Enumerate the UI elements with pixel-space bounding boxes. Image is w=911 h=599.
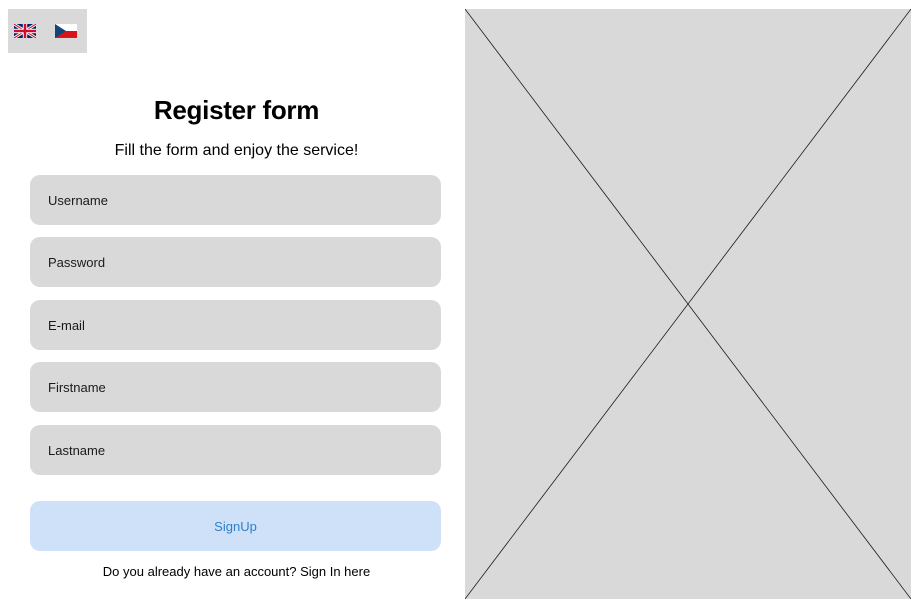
password-field[interactable] bbox=[30, 237, 441, 287]
username-field[interactable] bbox=[30, 175, 441, 225]
uk-flag-icon[interactable] bbox=[14, 24, 36, 38]
email-input[interactable] bbox=[48, 300, 441, 350]
language-switcher bbox=[8, 9, 87, 53]
form-subtitle: Fill the form and enjoy the service! bbox=[114, 142, 359, 159]
register-page: Register form Fill the form and enjoy th… bbox=[0, 0, 911, 599]
firstname-input[interactable] bbox=[48, 362, 441, 412]
image-placeholder-icon bbox=[465, 9, 911, 599]
email-field[interactable] bbox=[30, 300, 441, 350]
form-title: Register form bbox=[153, 95, 320, 125]
signup-button[interactable]: SignUp bbox=[30, 501, 441, 551]
lastname-input[interactable] bbox=[48, 425, 441, 475]
password-input[interactable] bbox=[48, 237, 441, 287]
register-panel: Register form Fill the form and enjoy th… bbox=[8, 9, 465, 599]
czech-flag-icon[interactable] bbox=[55, 24, 77, 38]
username-input[interactable] bbox=[48, 175, 441, 225]
lastname-field[interactable] bbox=[30, 425, 441, 475]
firstname-field[interactable] bbox=[30, 362, 441, 412]
signin-link[interactable]: Do you already have an account? Sign In … bbox=[8, 564, 465, 579]
image-placeholder bbox=[465, 9, 911, 599]
